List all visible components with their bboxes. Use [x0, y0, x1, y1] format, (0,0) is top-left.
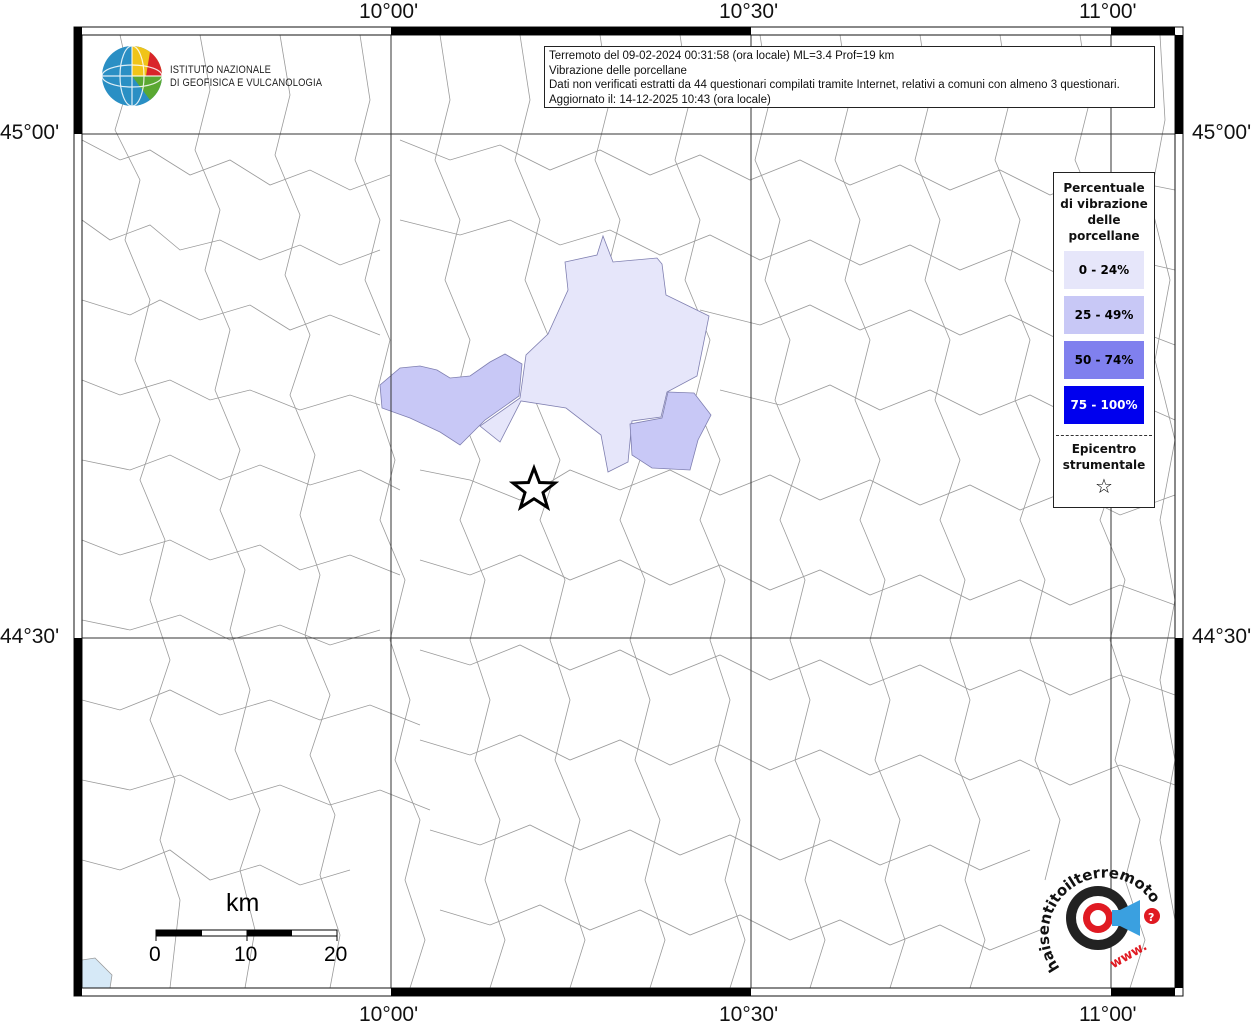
- updated-at: Aggiornato il: 14-12-2025 10:43 (ora loc…: [549, 93, 771, 106]
- lat-label-right-2: 44°30': [1192, 625, 1252, 648]
- lon-label-top-2: 10°30': [719, 0, 779, 23]
- legend-item-3: 75 - 100%: [1064, 386, 1144, 424]
- scale-label-10: 10: [234, 943, 258, 966]
- lon-label-bottom-1: 10°00': [359, 1003, 419, 1026]
- ingv-logo-line1: ISTITUTO NAZIONALE: [170, 64, 272, 76]
- ingv-logo-line2: DI GEOFISICA E VULCANOLOGIA: [170, 77, 323, 89]
- legend-item-2: 50 - 74%: [1064, 341, 1144, 379]
- legend-separator: [1056, 435, 1152, 436]
- lon-label-top-3: 11°00': [1079, 0, 1137, 23]
- ingv-logo-text: ISTITUTO NAZIONALE DI GEOFISICA E VULCAN…: [170, 64, 322, 90]
- legend-item-1: 25 - 49%: [1064, 296, 1144, 334]
- ingv-globe-icon: [101, 45, 163, 107]
- event-title: Terremoto del 09-02-2024 00:31:58 (ora l…: [549, 50, 895, 62]
- legend-title: Percentuale di vibrazione delle porcella…: [1060, 181, 1148, 243]
- legend-epicenter-label: Epicentro strumentale: [1062, 442, 1146, 472]
- effect-type: Vibrazione delle porcellane: [549, 64, 687, 77]
- lat-label-right-1: 45°00': [1192, 121, 1252, 144]
- scale-label-0: 0: [149, 943, 161, 966]
- scale-unit: km: [226, 889, 260, 917]
- lat-label-left-2: 44°30': [0, 625, 60, 648]
- lon-label-bottom-2: 10°30': [719, 1003, 779, 1026]
- lon-label-bottom-3: 11°00': [1079, 1003, 1137, 1026]
- legend: Percentuale di vibrazione delle porcella…: [1053, 172, 1155, 508]
- event-info-box: Terremoto del 09-02-2024 00:31:58 (ora l…: [544, 46, 1155, 108]
- scale-label-20: 20: [324, 943, 348, 966]
- hsn-logo[interactable]: haisentitoilterremoto.it ? www.: [1032, 860, 1172, 980]
- lat-label-left-1: 45°00': [0, 121, 60, 144]
- data-note: Dati non verificati estratti da 44 quest…: [549, 79, 1120, 91]
- lon-label-top-1: 10°00': [359, 0, 419, 23]
- legend-items: 0 - 24% 25 - 49% 50 - 74% 75 - 100%: [1054, 251, 1154, 424]
- svg-text:?: ?: [1148, 911, 1154, 924]
- legend-star-icon: ☆: [1095, 474, 1113, 498]
- legend-item-0: 0 - 24%: [1064, 251, 1144, 289]
